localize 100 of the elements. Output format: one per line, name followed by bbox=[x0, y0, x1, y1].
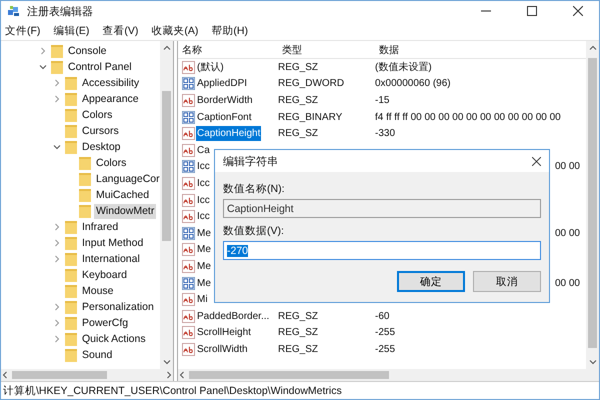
ok-button[interactable]: 确定 bbox=[397, 271, 465, 292]
menu-item[interactable]: 编辑(E) bbox=[53, 24, 90, 38]
value-name[interactable]: ScrollWidth bbox=[196, 342, 249, 357]
menu-item[interactable]: 收藏夹(A) bbox=[151, 24, 198, 38]
value-name[interactable]: Me bbox=[196, 258, 212, 274]
value-name[interactable]: Me bbox=[196, 226, 212, 241]
menu-item[interactable]: 文件(F) bbox=[5, 24, 40, 38]
value-data-field[interactable]: -270 bbox=[223, 241, 541, 260]
tree-item[interactable]: Desktop bbox=[80, 140, 123, 154]
value-name[interactable]: Icc bbox=[196, 209, 211, 224]
scroll-left-icon[interactable] bbox=[1, 371, 9, 379]
close-icon[interactable] bbox=[573, 6, 583, 16]
folder-icon bbox=[65, 300, 77, 314]
tree-item[interactable]: Colors bbox=[94, 156, 128, 170]
table-cell: REG_SZ bbox=[278, 94, 318, 106]
table-cell: f4 ff ff ff 00 00 00 00 00 00 00 00 00 00 00 bbox=[375, 112, 561, 123]
window-title: 注册表编辑器 bbox=[27, 4, 93, 18]
folder-icon bbox=[65, 348, 77, 362]
binary-value-icon bbox=[182, 77, 195, 90]
tree-item[interactable]: Appearance bbox=[80, 92, 141, 106]
column-header[interactable]: 数据 bbox=[375, 42, 586, 56]
tree-item[interactable]: Mouse bbox=[80, 284, 116, 298]
scroll-down-icon[interactable] bbox=[162, 358, 170, 366]
scroll-thumb[interactable] bbox=[162, 91, 171, 241]
tree-item[interactable]: Cursors bbox=[80, 124, 121, 138]
scroll-down-icon[interactable] bbox=[588, 358, 596, 366]
value-name[interactable]: Ca bbox=[196, 142, 211, 158]
expander-icon[interactable] bbox=[53, 143, 61, 151]
value-name[interactable]: CaptionFont bbox=[196, 110, 252, 125]
string-value-icon bbox=[182, 194, 195, 207]
folder-icon bbox=[79, 172, 91, 186]
string-value-icon bbox=[182, 210, 195, 224]
value-name[interactable]: ScrollHeight bbox=[196, 325, 252, 340]
scroll-thumb[interactable] bbox=[12, 371, 107, 379]
tree-item[interactable]: Colors bbox=[80, 108, 114, 122]
scroll-right-icon[interactable] bbox=[165, 371, 173, 379]
folder-icon bbox=[65, 268, 77, 282]
tree-item[interactable]: International bbox=[80, 252, 142, 266]
table-cell: REG_DWORD bbox=[278, 78, 344, 90]
tree-item[interactable]: WindowMetr bbox=[94, 204, 156, 218]
scroll-up-icon[interactable] bbox=[588, 44, 596, 52]
registry-icon bbox=[7, 4, 21, 18]
string-value-icon bbox=[182, 310, 195, 323]
string-value-icon bbox=[182, 60, 195, 74]
column-header[interactable]: 名称 bbox=[178, 42, 278, 56]
value-name-field[interactable]: CaptionHeight bbox=[223, 199, 541, 218]
table-cell: -60 bbox=[375, 310, 390, 322]
string-value-icon bbox=[182, 144, 195, 157]
table-cell: REG_SZ bbox=[278, 344, 318, 355]
tree-item[interactable]: Input Method bbox=[80, 236, 146, 250]
value-name[interactable]: BorderWidth bbox=[196, 92, 254, 108]
expander-icon[interactable] bbox=[39, 63, 47, 71]
value-name[interactable]: (默认) bbox=[196, 60, 225, 75]
string-value-icon bbox=[182, 127, 195, 140]
table-cell: 00 00 bbox=[554, 161, 580, 172]
maximize-icon[interactable] bbox=[527, 6, 537, 16]
scroll-thumb[interactable] bbox=[189, 371, 389, 379]
tree-item[interactable]: LanguageCor bbox=[94, 172, 160, 186]
close-icon[interactable] bbox=[532, 156, 541, 166]
tree-item[interactable]: Keyboard bbox=[80, 268, 129, 282]
menu-item[interactable]: 帮助(H) bbox=[211, 24, 248, 38]
tree-item[interactable]: Personalization bbox=[80, 300, 156, 314]
value-name[interactable]: Mi bbox=[196, 292, 209, 308]
scroll-left-icon[interactable] bbox=[178, 371, 186, 379]
table-cell: REG_SZ bbox=[278, 128, 318, 140]
binary-value-icon bbox=[182, 160, 195, 174]
scroll-up-icon[interactable] bbox=[162, 44, 170, 52]
tree-item[interactable]: MuiCached bbox=[94, 188, 152, 202]
value-name[interactable]: PaddedBorder... bbox=[196, 308, 270, 324]
value-name[interactable]: Me bbox=[196, 242, 212, 258]
table-cell: 00 00 bbox=[554, 278, 580, 289]
value-name[interactable]: Me bbox=[196, 276, 212, 291]
value-name[interactable]: CaptionHeight bbox=[196, 126, 262, 142]
value-name[interactable]: Icc bbox=[196, 192, 211, 208]
column-header[interactable]: 类型 bbox=[278, 42, 375, 56]
tree-item[interactable]: Infrared bbox=[80, 220, 120, 234]
table-cell: -330 bbox=[375, 128, 396, 140]
dialog-title: 编辑字符串 bbox=[223, 154, 278, 168]
value-name[interactable]: Icc bbox=[196, 159, 211, 174]
folder-icon bbox=[65, 92, 77, 106]
value-name[interactable]: Icc bbox=[196, 176, 211, 191]
tree-item[interactable]: Quick Actions bbox=[80, 332, 148, 346]
tree-item[interactable]: Console bbox=[66, 44, 109, 58]
tree-item[interactable]: PowerCfg bbox=[80, 316, 130, 330]
value-name[interactable]: AppliedDPI bbox=[196, 76, 248, 92]
table-cell: 0x00000060 (96) bbox=[375, 78, 451, 90]
menu-item[interactable]: 查看(V) bbox=[102, 24, 138, 38]
cancel-button[interactable]: 取消 bbox=[473, 271, 541, 292]
scroll-thumb[interactable] bbox=[588, 58, 597, 348]
table-cell: -15 bbox=[375, 94, 390, 106]
tree-item[interactable]: Sound bbox=[80, 348, 114, 362]
table-cell: 00 00 bbox=[554, 228, 580, 239]
binary-value-icon bbox=[182, 110, 195, 124]
tree-item[interactable]: Accessibility bbox=[80, 76, 142, 90]
folder-icon bbox=[51, 44, 63, 58]
string-value-icon bbox=[182, 260, 195, 273]
string-value-icon bbox=[182, 176, 195, 190]
table-cell: REG_SZ bbox=[278, 310, 318, 322]
tree-item[interactable]: Control Panel bbox=[66, 60, 134, 74]
folder-icon bbox=[65, 140, 77, 154]
